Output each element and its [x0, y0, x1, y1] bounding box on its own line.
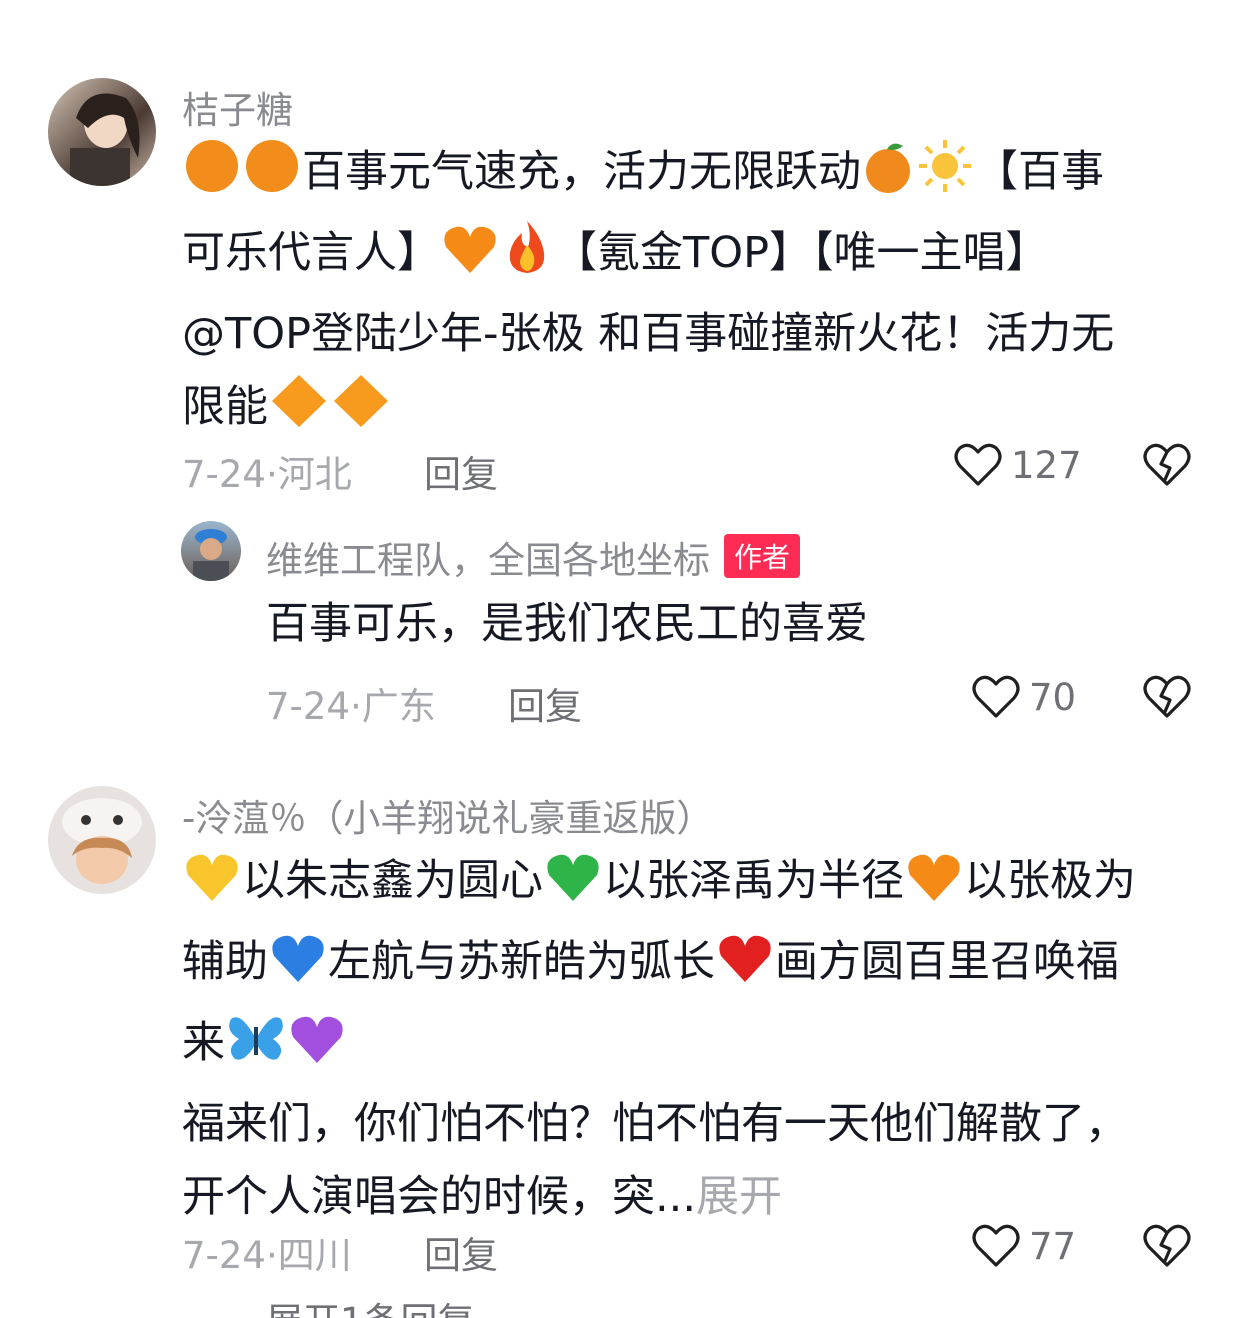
dislike-button[interactable] [1143, 1223, 1191, 1273]
orange-diamond-emoji [270, 373, 328, 452]
comment-location: 河北 [277, 453, 352, 496]
comment-text: 百事可乐，是我们农民工的喜爱 [266, 599, 868, 649]
blue-heart-emoji [270, 932, 326, 1007]
comment-text-segment: 【氪金TOP】【唯一主唱】 [554, 228, 1049, 278]
heart-outline-icon [972, 1224, 1020, 1267]
dislike-button[interactable] [1143, 674, 1191, 724]
orange-heart-emoji [906, 851, 962, 926]
comment-username: 维维工程队，全国各地坐标 作者 [266, 530, 801, 584]
comment-date: 7-24 [266, 685, 350, 728]
reply-username[interactable]: 维维工程队，全国各地坐标 [266, 539, 710, 582]
comment-meta: 7-24·四川 [182, 1225, 352, 1279]
comment-text-segment: 以朱志鑫为圆心 [242, 856, 543, 906]
like-button[interactable] [972, 1223, 1020, 1273]
dislike-button[interactable] [1143, 442, 1191, 492]
comment-meta: 7-24·广东 [266, 676, 436, 730]
orange-circle-emoji [184, 138, 240, 217]
like-count: 77 [1029, 1225, 1077, 1268]
comment-username[interactable]: -泠蕰％（小羊翔说礼豪重返版） [182, 788, 713, 842]
comment-meta: 7-24·河北 [182, 444, 352, 498]
author-badge: 作者 [724, 534, 801, 578]
meta-separator: · [265, 453, 278, 496]
expand-replies-link[interactable]: 展开1条回复 [266, 1302, 475, 1318]
like-button[interactable] [972, 674, 1020, 724]
expand-link[interactable]: 展开 [696, 1172, 782, 1222]
comment-text-segment: 辅助 [182, 937, 268, 987]
reply-button[interactable]: 回复 [508, 676, 582, 730]
comment-date: 7-24 [182, 453, 266, 496]
like-count: 127 [1011, 444, 1082, 487]
comment-location: 四川 [277, 1234, 352, 1277]
comment-text-segment: 左航与苏新皓为弧长 [328, 937, 715, 987]
avatar[interactable] [181, 521, 241, 581]
purple-heart-emoji [289, 1013, 345, 1088]
orange-heart-emoji [442, 223, 498, 298]
broken-heart-icon [1143, 443, 1191, 486]
meta-separator: · [349, 685, 362, 728]
comment-text-segment: @TOP登陆少年-张极 和百事碰撞新火花！活力无 [182, 309, 1115, 359]
comment-text: 百事元气速充，活力无限跃动 【百事 可乐代言人】 【氪金TOP】【唯一主唱】 @TO… [182, 136, 1192, 452]
comment-text-segment: 百事元气速充，活力无限跃动 [302, 147, 861, 197]
broken-heart-icon [1143, 1224, 1191, 1267]
comment-text-segment: 画方圆百里召唤福 [775, 937, 1119, 987]
comment-text-segment: 可乐代言人】 [182, 228, 440, 278]
like-button[interactable] [954, 442, 1002, 492]
heart-outline-icon [954, 443, 1002, 486]
fire-emoji [502, 219, 552, 298]
reply-button[interactable]: 回复 [424, 1225, 498, 1279]
comment-location: 广东 [361, 685, 436, 728]
heart-outline-icon [972, 675, 1020, 718]
avatar[interactable] [48, 786, 156, 894]
expand-replies-clip: 展开1条回复 [266, 1302, 475, 1318]
comment-text-segment: 以张极为 [964, 856, 1136, 906]
green-heart-emoji [545, 851, 601, 926]
orange-circle-emoji [244, 138, 300, 217]
broken-heart-icon [1143, 675, 1191, 718]
comment-text-segment: 开个人演唱会的时候，突... [182, 1172, 697, 1222]
yellow-heart-emoji [184, 851, 240, 926]
comment-text: 以朱志鑫为圆心 以张泽禹为半径 以张极为 辅助 左航与苏新皓为弧长 画方圆百里召唤福 来… [182, 845, 1202, 1234]
red-heart-emoji [717, 932, 773, 1007]
orange-diamond-emoji [332, 373, 390, 452]
comment-text-segment: 【百事 [975, 147, 1104, 197]
tangerine-emoji [863, 140, 913, 217]
comment-text-segment: 福来们，你们怕不怕？怕不怕有一天他们解散了， [182, 1099, 1128, 1149]
like-count: 70 [1029, 676, 1077, 719]
comment-text-segment: 以张泽禹为半径 [603, 856, 904, 906]
sun-emoji [917, 138, 973, 217]
reply-button[interactable]: 回复 [424, 444, 498, 498]
avatar[interactable] [48, 78, 156, 186]
comment-username[interactable]: 桔子糖 [182, 80, 293, 134]
comment-text-segment: 限能 [182, 382, 268, 432]
meta-separator: · [265, 1234, 278, 1277]
comment-date: 7-24 [182, 1234, 266, 1277]
butterfly-emoji [227, 1013, 285, 1088]
comment-text-segment: 来 [182, 1018, 225, 1068]
